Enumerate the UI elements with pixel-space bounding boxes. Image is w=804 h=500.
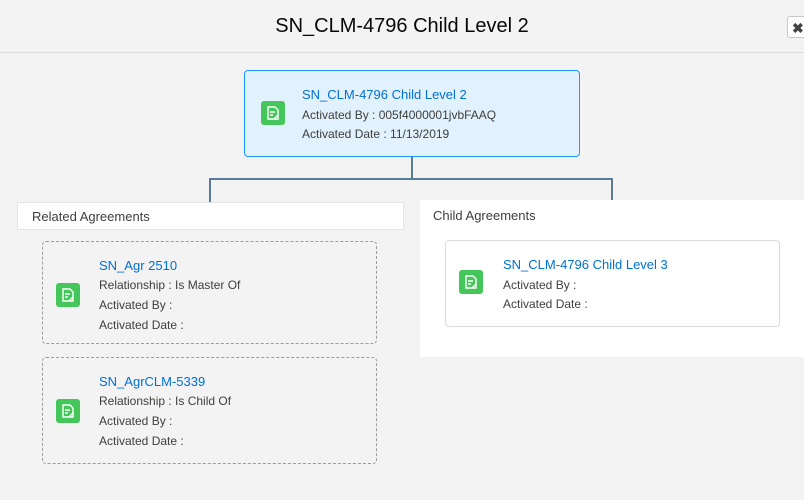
tree-connector-horizontal	[209, 178, 613, 180]
related-agreement-title[interactable]: SN_Agr 2510	[99, 258, 177, 273]
related-activated-by: Activated By :	[99, 298, 173, 312]
document-edit-icon	[459, 270, 483, 294]
document-edit-icon	[56, 399, 80, 423]
related-agreements-header: Related Agreements	[32, 209, 150, 224]
modal-title: SN_CLM-4796 Child Level 2	[275, 15, 529, 37]
child-activated-date: Activated Date :	[503, 297, 588, 311]
current-activated-date: Activated Date : 11/13/2019	[302, 127, 450, 141]
close-button[interactable]: ✖	[787, 16, 804, 38]
related-activated-date: Activated Date :	[99, 434, 184, 448]
document-edit-icon	[261, 101, 285, 125]
tree-connector-left	[209, 178, 211, 202]
child-activated-by: Activated By :	[503, 278, 577, 292]
tree-connector-vertical	[411, 157, 413, 179]
child-agreement-title[interactable]: SN_CLM-4796 Child Level 3	[503, 257, 668, 272]
related-agreement-title[interactable]: SN_AgrCLM-5339	[99, 374, 205, 389]
related-relationship: Relationship : Is Child Of	[99, 394, 232, 408]
document-edit-icon	[56, 283, 80, 307]
child-agreements-panel: Child Agreements SN_CLM-4796 Child Level…	[420, 200, 804, 357]
child-agreements-header: Child Agreements	[433, 208, 536, 223]
related-agreement-card[interactable]: SN_Agr 2510 Relationship : Is Master Of …	[42, 241, 377, 344]
related-relationship: Relationship : Is Master Of	[99, 278, 241, 292]
current-agreement-card[interactable]: SN_CLM-4796 Child Level 2 Activated By :…	[244, 70, 580, 157]
related-activated-date: Activated Date :	[99, 318, 184, 332]
related-agreement-card[interactable]: SN_AgrCLM-5339 Relationship : Is Child O…	[42, 357, 377, 464]
tree-connector-right	[611, 178, 613, 202]
current-agreement-title[interactable]: SN_CLM-4796 Child Level 2	[302, 87, 467, 102]
related-activated-by: Activated By :	[99, 414, 173, 428]
related-agreements-panel: Related Agreements	[17, 202, 404, 230]
current-activated-by: Activated By : 005f4000001jvbFAAQ	[302, 108, 497, 122]
child-agreement-card[interactable]: SN_CLM-4796 Child Level 3 Activated By :…	[445, 240, 780, 327]
modal-header: SN_CLM-4796 Child Level 2 ✖	[0, 0, 804, 53]
